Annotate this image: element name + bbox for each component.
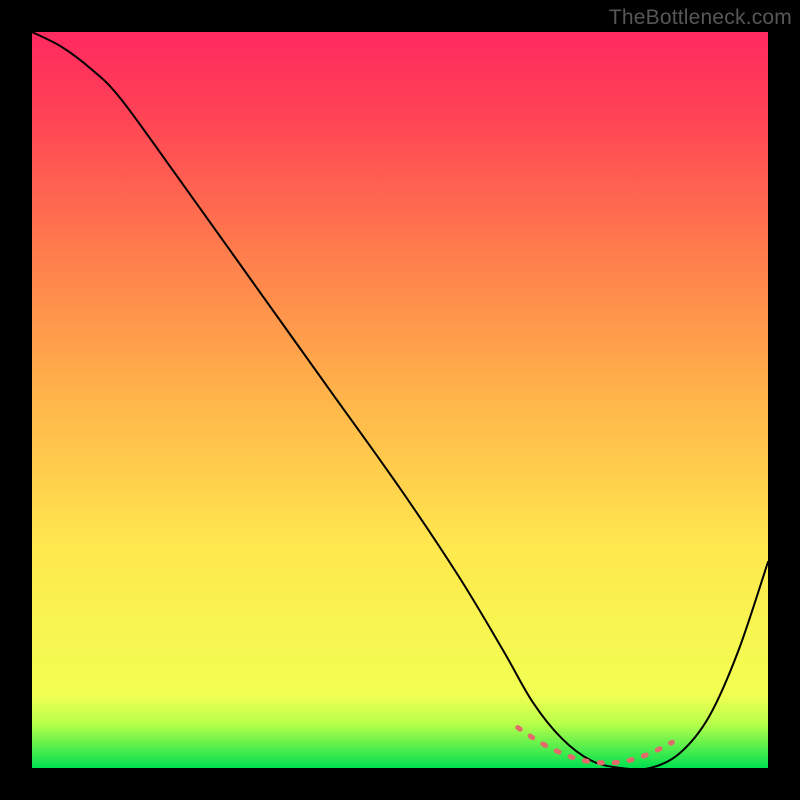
chart-container: [32, 32, 768, 768]
chart-svg: [32, 32, 768, 768]
gradient-fill-rect: [32, 32, 768, 768]
watermark-text: TheBottleneck.com: [609, 6, 792, 30]
